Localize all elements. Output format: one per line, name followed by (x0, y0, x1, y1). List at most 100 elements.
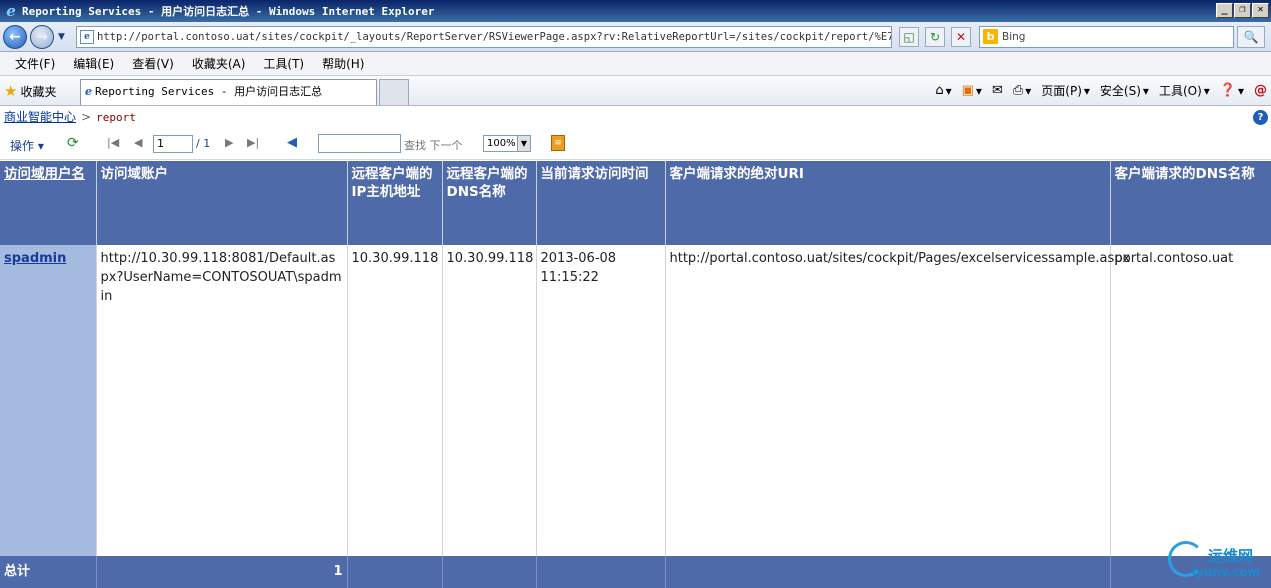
watermark-url: iyunv.com (1192, 565, 1261, 579)
address-toolbar: ← → ▼ e http://portal.contoso.uat/sites/c… (0, 22, 1271, 52)
user-link[interactable]: spadmin (4, 251, 66, 266)
last-page-icon[interactable]: ▶| (247, 136, 259, 149)
menu-tools[interactable]: 工具(T) (263, 55, 304, 72)
feeds-button[interactable]: ▣ ▾ (962, 83, 982, 98)
favorites-label: 收藏夹 (20, 84, 57, 99)
close-window-button[interactable]: ✕ (1252, 3, 1269, 18)
menu-file[interactable]: 文件(F) (15, 55, 55, 72)
cell-remote-ip: 10.30.99.118 (347, 245, 443, 556)
actions-label: 操作 (10, 139, 35, 153)
page-menu-label: 页面(P) (1041, 84, 1082, 98)
total-label: 总计 (0, 556, 97, 588)
browser-tab[interactable]: e Reporting Services - 用户访问日志汇总 (80, 79, 377, 105)
export-icon[interactable]: ≡ (551, 135, 565, 151)
home-icon: ⌂ (935, 83, 944, 98)
total-empty-cell (347, 556, 443, 588)
search-input[interactable]: b Bing (979, 26, 1234, 48)
breadcrumb-root-link[interactable]: 商业智能中心 (4, 110, 76, 124)
table-row: spadmin http://10.30.99.118:8081/Default… (0, 245, 1271, 556)
safety-menu[interactable]: 安全(S) ▾ (1100, 82, 1149, 99)
cell-request-uri: http://portal.contoso.uat/sites/cockpit/… (665, 245, 1130, 556)
first-page-icon[interactable]: |◀ (107, 136, 119, 149)
previous-page-icon[interactable]: ◀ (134, 136, 142, 149)
total-empty-cell (665, 556, 1111, 588)
total-row: 总计 1 (0, 556, 1271, 588)
history-dropdown-icon[interactable]: ▼ (58, 32, 65, 42)
safety-menu-label: 安全(S) (1099, 84, 1141, 98)
total-empty-cell (536, 556, 666, 588)
actions-menu[interactable]: 操作 ▾ (10, 137, 44, 154)
menu-favorites[interactable]: 收藏夹(A) (192, 55, 246, 72)
star-icon: ★ (4, 82, 18, 100)
header-domain-user[interactable]: 访问域用户名 (0, 161, 97, 245)
search-icon: 🔍 (1243, 30, 1259, 44)
mail-icon: ✉ (991, 83, 1003, 98)
zoom-select[interactable]: 100% ▼ (483, 135, 531, 152)
next-page-icon[interactable]: ▶ (225, 136, 233, 149)
bing-icon: b (983, 29, 998, 44)
address-input[interactable]: e http://portal.contoso.uat/sites/cockpit… (76, 26, 892, 48)
cell-remote-dns: 10.30.99.118 (442, 245, 537, 556)
menu-help[interactable]: 帮助(H) (322, 55, 364, 72)
breadcrumb: 商业智能中心 > report (0, 107, 1271, 127)
zoom-dropdown-icon[interactable]: ▼ (517, 136, 530, 151)
compatibility-view-icon[interactable]: ◱ (899, 27, 919, 47)
cell-request-time: 2013-06-08 11:15:22 (536, 245, 666, 556)
stop-icon[interactable]: ✕ (951, 27, 971, 47)
find-input[interactable] (318, 134, 401, 153)
window-title-bar: e Reporting Services - 用户访问日志汇总 - Window… (0, 0, 1271, 22)
help-menu[interactable]: ❓ ▾ (1220, 83, 1244, 98)
cell-account: http://10.30.99.118:8081/Default.aspx?Us… (96, 245, 348, 556)
new-tab-button[interactable] (379, 79, 409, 105)
research-button[interactable]: @ (1254, 83, 1267, 98)
cell-user: spadmin (0, 245, 97, 556)
search-placeholder: Bing (1002, 31, 1026, 43)
back-to-parent-icon[interactable]: ◀ (287, 135, 297, 150)
tab-ie-icon: e (85, 85, 92, 98)
watermark: 运维网 iyunv.com (1168, 541, 1268, 586)
address-url: http://portal.contoso.uat/sites/cockpit/… (97, 31, 892, 43)
header-remote-ip: 远程客户端的IP主机地址 (347, 161, 443, 245)
back-button[interactable]: ← (3, 25, 27, 49)
watermark-name: 运维网 (1208, 547, 1254, 565)
menu-bar: 文件(F) 编辑(E) 查看(V) 收藏夹(A) 工具(T) 帮助(H) (0, 52, 1271, 76)
command-bar: ⌂ ▾ ▣ ▾ ✉ ⎙ ▾ 页面(P) ▾ 安全(S) ▾ 工具(O) ▾ ❓ ▾ @ (935, 82, 1271, 99)
forward-button[interactable]: → (30, 25, 54, 49)
menu-edit[interactable]: 编辑(E) (73, 55, 114, 72)
help-circle-icon: ❓ (1219, 83, 1236, 98)
help-icon[interactable]: ? (1253, 110, 1268, 125)
tools-menu[interactable]: 工具(O) ▾ (1159, 82, 1210, 99)
favorites-button[interactable]: ★ 收藏夹 (4, 82, 56, 100)
report-viewer-toolbar: 操作 ▾ ⟳ |◀ ◀ 1 / 1 ▶ ▶| ◀ 查找 下一个 100% ▼ ≡ (0, 128, 1271, 160)
mail-button[interactable]: ✉ (992, 83, 1003, 98)
header-request-time: 当前请求访问时间 (536, 161, 666, 245)
breadcrumb-current: report (96, 111, 136, 124)
breadcrumb-separator: > (81, 110, 92, 124)
header-request-dns: 客户端请求的DNS名称 (1110, 161, 1271, 245)
report-body: 访问域用户名 访问域账户 远程客户端的IP主机地址 远程客户端的DNS名称 当前… (0, 161, 1271, 588)
zoom-value: 100% (487, 138, 516, 149)
tools-menu-label: 工具(O) (1158, 84, 1202, 98)
ie-logo-icon: e (6, 2, 16, 20)
minimize-button[interactable]: _ (1216, 3, 1233, 18)
page-menu[interactable]: 页面(P) ▾ (1041, 82, 1090, 99)
find-controls: 查找 下一个 (404, 137, 463, 153)
page-icon: e (80, 30, 94, 44)
report-table: 访问域用户名 访问域账户 远程客户端的IP主机地址 远程客户端的DNS名称 当前… (0, 161, 1271, 588)
home-button[interactable]: ⌂ ▾ (935, 83, 951, 98)
menu-view[interactable]: 查看(V) (132, 55, 174, 72)
search-button[interactable]: 🔍 (1237, 26, 1265, 48)
research-icon: @ (1254, 83, 1267, 98)
find-next-link[interactable]: 下一个 (430, 139, 463, 152)
report-refresh-icon[interactable]: ⟳ (67, 135, 79, 151)
restore-button[interactable]: ❐ (1234, 3, 1251, 18)
refresh-icon[interactable]: ↻ (925, 27, 945, 47)
find-link[interactable]: 查找 (404, 139, 426, 152)
table-header-row: 访问域用户名 访问域账户 远程客户端的IP主机地址 远程客户端的DNS名称 当前… (0, 161, 1271, 245)
page-number-input[interactable]: 1 (153, 135, 193, 153)
cell-request-dns: portal.contoso.uat (1110, 245, 1271, 556)
header-remote-dns: 远程客户端的DNS名称 (442, 161, 537, 245)
page-total: / 1 (196, 137, 211, 150)
header-request-uri: 客户端请求的绝对URI (665, 161, 1111, 245)
print-button[interactable]: ⎙ ▾ (1013, 83, 1031, 98)
